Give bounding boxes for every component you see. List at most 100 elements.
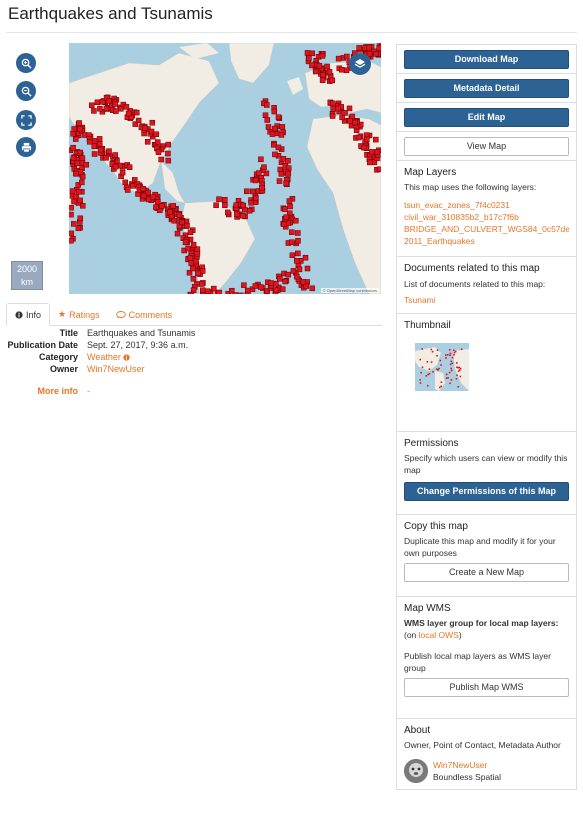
earthquake-marker — [269, 131, 276, 137]
earthquake-marker — [70, 130, 76, 137]
layer-switcher-button[interactable] — [349, 53, 371, 75]
earthquake-marker — [285, 157, 291, 164]
thumbnail-marker — [445, 373, 448, 376]
earthquake-marker — [296, 266, 303, 273]
thumbnail-marker — [439, 386, 441, 389]
earthquake-marker — [72, 136, 79, 142]
earthquake-marker — [373, 51, 379, 57]
map-attribution[interactable]: © OpenStreetMap contributors — [320, 288, 379, 293]
earthquake-marker — [273, 287, 280, 293]
tab-comments-label: Comments — [128, 309, 173, 320]
layer-link[interactable]: BRIDGE_AND_CULVERT_WGS84_0c57de1f — [404, 223, 569, 235]
create-new-map-button[interactable]: Create a New Map — [404, 563, 569, 582]
earthquake-marker — [135, 117, 142, 124]
earthquake-marker — [244, 188, 250, 195]
earthquake-marker — [276, 276, 283, 282]
earthquake-marker — [179, 219, 185, 225]
earthquake-marker — [252, 283, 259, 289]
page-title: Earthquakes and Tsunamis — [8, 4, 213, 23]
fullscreen-button[interactable] — [16, 110, 36, 130]
earthquake-marker — [275, 144, 282, 151]
earthquake-marker — [283, 214, 289, 220]
info-key: Owner — [49, 364, 78, 374]
thumbnail-marker — [449, 363, 452, 366]
publish-map-wms-button[interactable]: Publish Map WMS — [404, 678, 569, 697]
local-ows-link[interactable]: local OWS — [419, 630, 459, 640]
metadata-detail-button[interactable]: Metadata Detail — [404, 79, 569, 98]
earthquake-marker — [245, 292, 251, 294]
info-row-title: Title Earthquakes and Tsunamis — [6, 327, 382, 339]
more-info-value: - — [87, 386, 90, 396]
earthquake-marker — [112, 101, 118, 107]
earthquake-marker — [241, 282, 247, 288]
earthquake-marker — [295, 250, 301, 257]
wms-on-line: (on local OWS) — [404, 630, 462, 640]
thumbnail-marker — [456, 362, 458, 364]
earthquake-marker — [252, 177, 259, 184]
tab-ratings[interactable]: ★ Ratings — [50, 303, 108, 326]
print-button[interactable] — [16, 137, 36, 157]
earthquake-marker — [77, 126, 83, 132]
earthquake-marker — [91, 108, 97, 114]
earthquake-marker — [165, 150, 171, 157]
earthquake-marker — [200, 287, 206, 293]
earthquake-marker — [356, 134, 362, 141]
earthquake-marker — [103, 154, 109, 161]
layer-link[interactable]: tsun_evac_zones_7f4c0231 — [404, 199, 569, 211]
zoom-in-button[interactable] — [16, 53, 36, 73]
download-map-button[interactable]: Download Map — [404, 50, 569, 69]
document-link[interactable]: Tsunami — [404, 294, 569, 306]
thumbnail-marker — [446, 354, 449, 356]
earthquake-marker — [272, 125, 278, 132]
map-viewer[interactable]: © OpenStreetMap contributors — [69, 43, 381, 294]
thumbnail-marker — [456, 374, 458, 377]
earthquake-marker — [97, 146, 104, 153]
about-user: Win7NewUser Boundless Spatial — [404, 759, 569, 783]
documents-section: Documents related to this map List of do… — [397, 257, 576, 314]
tab-ratings-label: Ratings — [69, 309, 100, 320]
category-link[interactable]: Weather — [87, 351, 131, 363]
map-layers-section: Map Layers This map uses the following l… — [397, 161, 576, 257]
earthquake-marker — [69, 188, 76, 194]
earthquake-marker — [79, 155, 86, 161]
earthquake-marker — [190, 265, 196, 272]
tab-info[interactable]: Info — [6, 303, 51, 326]
earthquake-marker — [271, 142, 277, 148]
earthquake-marker — [149, 119, 156, 126]
earthquake-marker — [193, 258, 199, 265]
edit-map-button[interactable]: Edit Map — [404, 108, 569, 127]
earthquake-marker — [80, 203, 86, 209]
permissions-heading: Permissions — [404, 438, 459, 449]
layer-link[interactable]: 2011_Earthquakes — [404, 235, 569, 247]
earthquake-marker — [140, 185, 146, 192]
avatar[interactable] — [404, 759, 428, 783]
earthquake-marker — [184, 222, 190, 229]
earthquake-marker — [369, 149, 375, 155]
thumbnail-marker — [449, 352, 452, 355]
thumbnail-marker — [455, 378, 458, 380]
earthquake-marker — [290, 268, 297, 274]
about-user-link[interactable]: Win7NewUser — [433, 759, 501, 771]
earthquake-marker — [153, 131, 160, 138]
zoom-out-button[interactable] — [16, 81, 36, 101]
basemap — [69, 43, 381, 294]
layer-link[interactable]: civil_war_310835b2_b17c7f6b — [404, 211, 569, 223]
thumbnail-marker — [431, 350, 434, 353]
earthquake-marker — [176, 212, 183, 218]
earthquake-marker — [240, 212, 246, 219]
more-info-link[interactable]: More info — [6, 386, 87, 396]
tab-info-label: Info — [26, 309, 42, 320]
change-permissions-button[interactable]: Change Permissions of this Map — [404, 482, 569, 501]
documents-intro: List of documents related to this map: — [404, 279, 546, 289]
tab-comments[interactable]: Comments — [108, 303, 181, 326]
earthquake-marker — [195, 270, 201, 277]
detail-tabs: Info ★ Ratings Comments — [6, 303, 382, 326]
earthquake-marker — [216, 289, 222, 294]
owner-link[interactable]: Win7NewUser — [87, 363, 145, 375]
thumbnail-marker — [450, 360, 453, 363]
earthquake-marker — [144, 139, 151, 145]
view-map-button[interactable]: View Map — [404, 137, 569, 156]
earthquake-marker — [76, 189, 82, 195]
earthquake-marker — [335, 55, 342, 62]
earthquake-marker — [77, 149, 83, 156]
